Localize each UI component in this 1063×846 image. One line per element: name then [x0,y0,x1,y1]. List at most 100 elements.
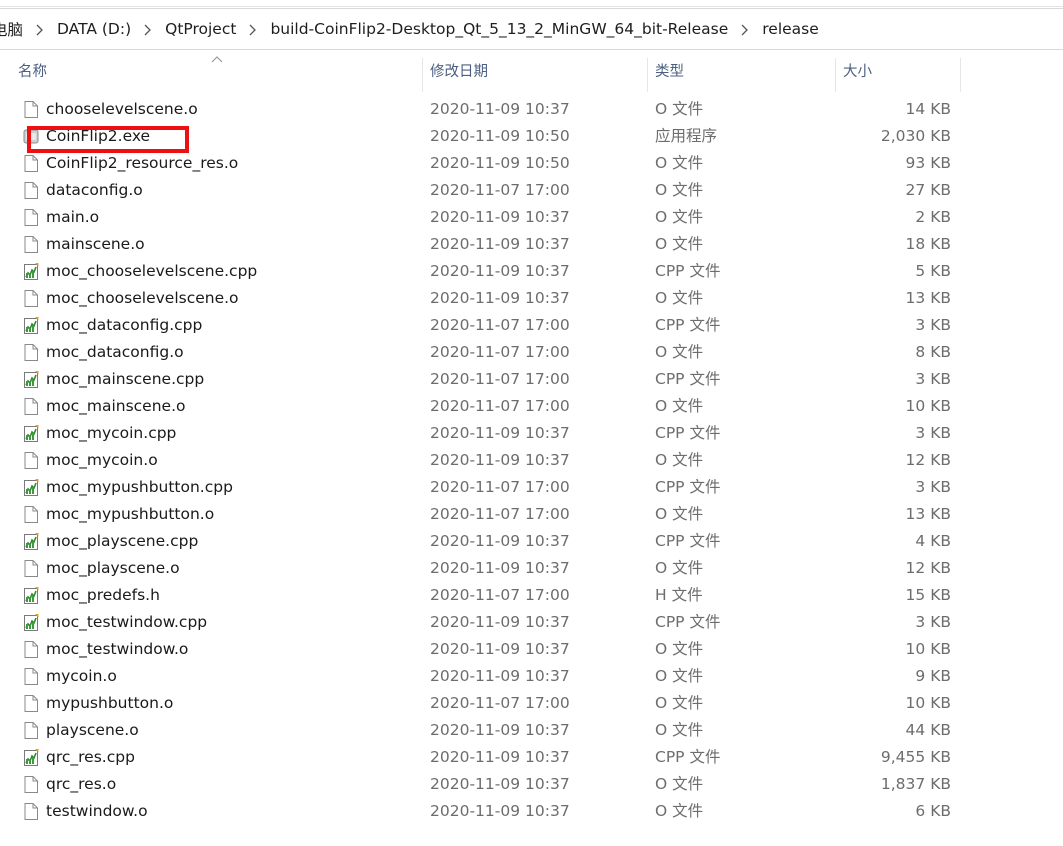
file-modified-date: 2020-11-07 17:00 [430,343,570,361]
file-name[interactable]: moc_testwindow.o [46,636,188,663]
file-type: O 文件 [655,289,704,307]
file-modified-date: 2020-11-09 10:37 [430,235,570,253]
file-row[interactable]: mypushbutton.o 2020-11-07 17:00 O 文件 10 KB [0,690,1063,717]
file-name[interactable]: CoinFlip2_resource_res.o [46,150,238,177]
chevron-right-icon[interactable] [728,20,762,38]
file-name[interactable]: moc_mainscene.cpp [46,366,204,393]
blank-file-icon [22,100,40,119]
file-name[interactable]: moc_mypushbutton.o [46,501,214,528]
file-modified-date: 2020-11-09 10:37 [430,802,570,820]
breadcrumb-computer[interactable]: 电脑 [0,18,23,40]
file-row[interactable]: testwindow.o 2020-11-09 10:37 O 文件 6 KB [0,798,1063,825]
file-name[interactable]: mycoin.o [46,663,117,690]
file-name[interactable]: moc_predefs.h [46,582,160,609]
file-name[interactable]: moc_mycoin.o [46,447,158,474]
file-type: CPP 文件 [655,370,721,388]
file-type: O 文件 [655,181,704,199]
column-header-size[interactable]: 大小 [835,52,960,92]
file-size: 27 KB [905,181,951,199]
column-header-date[interactable]: 修改日期 [422,52,647,92]
address-bar[interactable]: 电脑 DATA (D:) QtProject build-CoinFlip2-D… [0,8,1063,50]
file-name[interactable]: moc_testwindow.cpp [46,609,207,636]
file-type: O 文件 [655,775,704,793]
file-row[interactable]: mycoin.o 2020-11-09 10:37 O 文件 9 KB [0,663,1063,690]
file-name[interactable]: moc_mycoin.cpp [46,420,176,447]
file-type: CPP 文件 [655,613,721,631]
file-row[interactable]: moc_testwindow.cpp 2020-11-09 10:37 CPP 文件… [0,609,1063,636]
file-name[interactable]: moc_chooselevelscene.cpp [46,258,257,285]
breadcrumb-drive[interactable]: DATA (D:) [57,20,131,38]
breadcrumb-release[interactable]: release [762,20,819,38]
file-row[interactable]: moc_chooselevelscene.cpp 2020-11-09 10:37… [0,258,1063,285]
file-type: O 文件 [655,235,704,253]
file-modified-date: 2020-11-07 17:00 [430,397,570,415]
file-name[interactable]: mypushbutton.o [46,690,173,717]
file-size: 3 KB [915,370,951,388]
cpp-file-icon [22,316,40,335]
file-name[interactable]: moc_chooselevelscene.o [46,285,239,312]
file-row[interactable]: main.o 2020-11-09 10:37 O 文件 2 KB [0,204,1063,231]
file-size: 6 KB [915,802,951,820]
file-row[interactable]: qrc_res.cpp 2020-11-09 10:37 CPP 文件 9,455 K… [0,744,1063,771]
file-row[interactable]: dataconfig.o 2020-11-07 17:00 O 文件 27 KB [0,177,1063,204]
file-row[interactable]: moc_predefs.h 2020-11-07 17:00 H 文件 15 KB [0,582,1063,609]
file-modified-date: 2020-11-09 10:37 [430,667,570,685]
file-row[interactable]: qrc_res.o 2020-11-09 10:37 O 文件 1,837 KB [0,771,1063,798]
file-row[interactable]: moc_mainscene.cpp 2020-11-07 17:00 CPP 文件 3… [0,366,1063,393]
file-row[interactable]: mainscene.o 2020-11-09 10:37 O 文件 18 KB [0,231,1063,258]
file-row[interactable]: moc_playscene.cpp 2020-11-09 10:37 CPP 文件 4… [0,528,1063,555]
file-name[interactable]: moc_playscene.cpp [46,528,198,555]
file-name[interactable]: qrc_res.o [46,771,116,798]
file-name[interactable]: moc_playscene.o [46,555,180,582]
column-header-type[interactable]: 类型 [647,52,835,92]
file-name[interactable]: main.o [46,204,99,231]
column-divider[interactable] [960,58,961,92]
file-row[interactable]: moc_mypushbutton.o 2020-11-07 17:00 O 文件 13… [0,501,1063,528]
file-row[interactable]: CoinFlip2.exe 2020-11-09 10:50 应用程序 2,030 K… [0,123,1063,150]
file-modified-date: 2020-11-09 10:37 [430,208,570,226]
file-row[interactable]: moc_chooselevelscene.o 2020-11-09 10:37 O … [0,285,1063,312]
file-type: O 文件 [655,505,704,523]
chevron-right-icon[interactable] [236,20,270,38]
file-row[interactable]: moc_mainscene.o 2020-11-07 17:00 O 文件 10 KB [0,393,1063,420]
file-name[interactable]: moc_dataconfig.o [46,339,184,366]
file-type: O 文件 [655,640,704,658]
file-name[interactable]: moc_mainscene.o [46,393,186,420]
blank-file-icon [22,802,40,821]
file-name[interactable]: chooselevelscene.o [46,96,198,123]
breadcrumb-qtproject[interactable]: QtProject [165,20,236,38]
file-modified-date: 2020-11-09 10:37 [430,721,570,739]
file-name[interactable]: qrc_res.cpp [46,744,135,771]
blank-file-icon [22,559,40,578]
file-size: 9,455 KB [880,748,951,766]
file-row[interactable]: playscene.o 2020-11-09 10:37 O 文件 44 KB [0,717,1063,744]
file-name[interactable]: mainscene.o [46,231,145,258]
chevron-right-icon[interactable] [23,20,57,38]
file-modified-date: 2020-11-09 10:37 [430,613,570,631]
file-name[interactable]: CoinFlip2.exe [46,123,150,150]
chevron-right-icon[interactable] [131,20,165,38]
file-name[interactable]: testwindow.o [46,798,148,825]
file-name[interactable]: dataconfig.o [46,177,143,204]
file-row[interactable]: moc_mycoin.o 2020-11-09 10:37 O 文件 12 KB [0,447,1063,474]
file-size: 13 KB [905,505,951,523]
file-row[interactable]: chooselevelscene.o 2020-11-09 10:37 O 文件 14… [0,96,1063,123]
file-row[interactable]: moc_dataconfig.o 2020-11-07 17:00 O 文件 8 KB [0,339,1063,366]
cpp-file-icon [22,532,40,551]
file-row[interactable]: moc_mypushbutton.cpp 2020-11-07 17:00 CPP … [0,474,1063,501]
file-row[interactable]: CoinFlip2_resource_res.o 2020-11-09 10:50… [0,150,1063,177]
file-name[interactable]: moc_dataconfig.cpp [46,312,202,339]
file-type: CPP 文件 [655,424,721,442]
file-row[interactable]: moc_mycoin.cpp 2020-11-09 10:37 CPP 文件 3 KB [0,420,1063,447]
file-row[interactable]: moc_playscene.o 2020-11-09 10:37 O 文件 12 KB [0,555,1063,582]
breadcrumb-build-folder[interactable]: build-CoinFlip2-Desktop_Qt_5_13_2_MinGW_… [270,20,728,38]
file-type: CPP 文件 [655,262,721,280]
file-name[interactable]: moc_mypushbutton.cpp [46,474,233,501]
file-modified-date: 2020-11-09 10:37 [430,775,570,793]
file-type: O 文件 [655,397,704,415]
column-header-name[interactable]: 名称 [10,52,422,92]
file-name[interactable]: playscene.o [46,717,139,744]
blank-file-icon [22,694,40,713]
file-row[interactable]: moc_dataconfig.cpp 2020-11-07 17:00 CPP 文件… [0,312,1063,339]
file-row[interactable]: moc_testwindow.o 2020-11-09 10:37 O 文件 10 K… [0,636,1063,663]
